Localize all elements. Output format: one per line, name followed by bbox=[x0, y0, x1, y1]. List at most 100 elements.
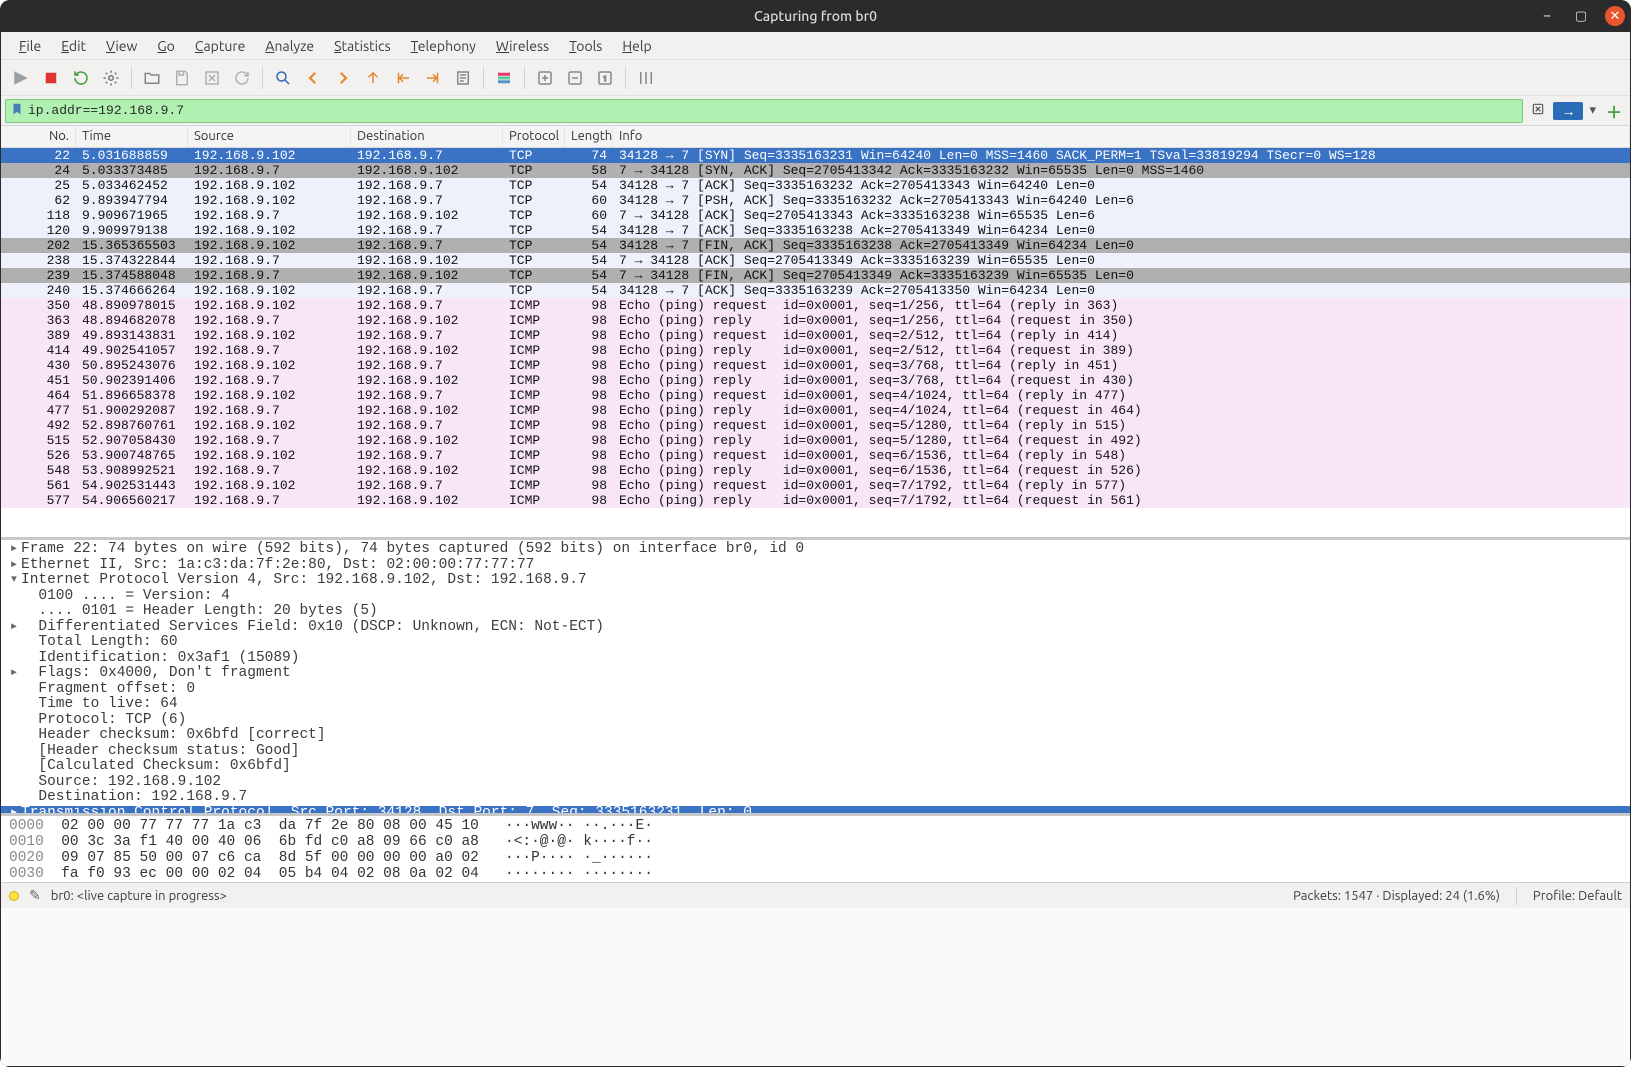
detail-line[interactable]: Identification: 0x3af1 (15089) bbox=[1, 651, 1630, 667]
detail-line[interactable]: [Calculated Checksum: 0x6bfd] bbox=[1, 759, 1630, 775]
filter-history-dropdown-icon[interactable]: ▾ bbox=[1587, 103, 1598, 118]
packet-row[interactable]: 23915.374588048192.168.9.7192.168.9.102T… bbox=[1, 268, 1630, 283]
menu-file[interactable]: File bbox=[11, 36, 49, 56]
packet-row[interactable]: 51552.907058430192.168.9.7192.168.9.102I… bbox=[1, 433, 1630, 448]
col-info[interactable]: Info bbox=[613, 126, 1630, 147]
packet-row[interactable]: 1189.909671965192.168.9.7192.168.9.102TC… bbox=[1, 208, 1630, 223]
packet-row[interactable]: 36348.894682078192.168.9.7192.168.9.102I… bbox=[1, 313, 1630, 328]
detail-line[interactable]: [Header checksum status: Good] bbox=[1, 744, 1630, 760]
detail-line[interactable]: ▸Ethernet II, Src: 1a:c3:da:7f:2e:80, Ds… bbox=[1, 558, 1630, 574]
menu-edit[interactable]: Edit bbox=[53, 36, 94, 56]
packet-row[interactable]: 255.033462452192.168.9.102192.168.9.7TCP… bbox=[1, 178, 1630, 193]
packet-row[interactable]: 49252.898760761192.168.9.102192.168.9.7I… bbox=[1, 418, 1630, 433]
packet-row[interactable]: 24015.374666264192.168.9.102192.168.9.7T… bbox=[1, 283, 1630, 298]
zoom-reset-icon[interactable]: 1 bbox=[591, 64, 619, 92]
packet-bytes-pane[interactable]: 0000 02 00 00 77 77 77 1a c3 da 7f 2e 80… bbox=[1, 816, 1630, 882]
go-back-icon[interactable] bbox=[299, 64, 327, 92]
maximize-button[interactable]: ▢ bbox=[1571, 6, 1591, 26]
display-filter-field[interactable] bbox=[5, 99, 1523, 123]
col-destination[interactable]: Destination bbox=[351, 126, 503, 147]
packet-row[interactable]: 43050.895243076192.168.9.102192.168.9.7I… bbox=[1, 358, 1630, 373]
go-first-icon[interactable] bbox=[389, 64, 417, 92]
detail-line[interactable]: ▸Frame 22: 74 bytes on wire (592 bits), … bbox=[1, 542, 1630, 558]
zoom-in-icon[interactable] bbox=[531, 64, 559, 92]
menu-go[interactable]: Go bbox=[149, 36, 183, 56]
col-source[interactable]: Source bbox=[188, 126, 351, 147]
packet-row[interactable]: 35048.890978015192.168.9.102192.168.9.7I… bbox=[1, 298, 1630, 313]
packet-row[interactable]: 225.031688859192.168.9.102192.168.9.7TCP… bbox=[1, 148, 1630, 163]
detail-line[interactable]: Protocol: TCP (6) bbox=[1, 713, 1630, 729]
menu-telephony[interactable]: Telephony bbox=[403, 36, 484, 56]
menu-help[interactable]: Help bbox=[614, 36, 659, 56]
packet-row[interactable]: 52653.900748765192.168.9.102192.168.9.7I… bbox=[1, 448, 1630, 463]
col-time[interactable]: Time bbox=[76, 126, 188, 147]
packet-details-pane[interactable]: ▸Frame 22: 74 bytes on wire (592 bits), … bbox=[1, 540, 1630, 816]
packet-row[interactable]: 57754.906560217192.168.9.7192.168.9.102I… bbox=[1, 493, 1630, 508]
colorize-icon[interactable] bbox=[490, 64, 518, 92]
detail-line[interactable]: Destination: 192.168.9.7 bbox=[1, 790, 1630, 806]
packet-row[interactable]: 629.893947794192.168.9.102192.168.9.7TCP… bbox=[1, 193, 1630, 208]
hex-line[interactable]: 0010 00 3c 3a f1 40 00 40 06 6b fd c0 a8… bbox=[9, 834, 1622, 850]
packet-row[interactable]: 54853.908992521192.168.9.7192.168.9.102I… bbox=[1, 463, 1630, 478]
stop-capture-icon[interactable] bbox=[37, 64, 65, 92]
detail-line[interactable]: Source: 192.168.9.102 bbox=[1, 775, 1630, 791]
detail-line[interactable]: Total Length: 60 bbox=[1, 635, 1630, 651]
add-filter-button[interactable]: ＋ bbox=[1602, 99, 1626, 123]
packet-row[interactable]: 47751.900292087192.168.9.7192.168.9.102I… bbox=[1, 403, 1630, 418]
hex-line[interactable]: 0020 09 07 85 50 00 07 c6 ca 8d 5f 00 00… bbox=[9, 850, 1622, 866]
go-to-packet-icon[interactable] bbox=[359, 64, 387, 92]
auto-scroll-icon[interactable] bbox=[449, 64, 477, 92]
capture-options-icon[interactable] bbox=[97, 64, 125, 92]
minimize-button[interactable]: – bbox=[1537, 6, 1557, 26]
packet-row[interactable]: 38949.893143831192.168.9.102192.168.9.7I… bbox=[1, 328, 1630, 343]
packet-row[interactable]: 46451.896658378192.168.9.102192.168.9.7I… bbox=[1, 388, 1630, 403]
zoom-out-icon[interactable] bbox=[561, 64, 589, 92]
menu-capture[interactable]: Capture bbox=[187, 36, 254, 56]
start-capture-icon[interactable] bbox=[7, 64, 35, 92]
detail-line[interactable]: Fragment offset: 0 bbox=[1, 682, 1630, 698]
restart-capture-icon[interactable] bbox=[67, 64, 95, 92]
expert-info-icon[interactable]: ✎ bbox=[29, 887, 41, 904]
detail-line[interactable]: ▸Transmission Control Protocol, Src Port… bbox=[1, 806, 1630, 817]
packet-list-header[interactable]: No. Time Source Destination Protocol Len… bbox=[1, 126, 1630, 148]
find-packet-icon[interactable] bbox=[269, 64, 297, 92]
go-last-icon[interactable] bbox=[419, 64, 447, 92]
hex-line[interactable]: 0000 02 00 00 77 77 77 1a c3 da 7f 2e 80… bbox=[9, 818, 1622, 834]
resize-columns-icon[interactable] bbox=[632, 64, 660, 92]
packet-row[interactable]: 20215.365365503192.168.9.102192.168.9.7T… bbox=[1, 238, 1630, 253]
packet-list-body[interactable]: 225.031688859192.168.9.102192.168.9.7TCP… bbox=[1, 148, 1630, 537]
reload-file-icon[interactable] bbox=[228, 64, 256, 92]
status-profile[interactable]: Profile: Default bbox=[1533, 889, 1622, 903]
packet-row[interactable]: 245.033373485192.168.9.7192.168.9.102TCP… bbox=[1, 163, 1630, 178]
display-filter-input[interactable] bbox=[28, 103, 1518, 118]
packet-row[interactable]: 1209.909979138192.168.9.102192.168.9.7TC… bbox=[1, 223, 1630, 238]
menu-view[interactable]: View bbox=[98, 36, 145, 56]
go-forward-icon[interactable] bbox=[329, 64, 357, 92]
clear-filter-icon[interactable] bbox=[1527, 102, 1549, 119]
menu-wireless[interactable]: Wireless bbox=[488, 36, 557, 56]
bookmark-icon[interactable] bbox=[10, 102, 24, 119]
apply-filter-button[interactable]: → bbox=[1553, 102, 1583, 120]
col-no[interactable]: No. bbox=[1, 126, 76, 147]
detail-line[interactable]: ▾Internet Protocol Version 4, Src: 192.1… bbox=[1, 573, 1630, 589]
packet-row[interactable]: 41449.902541057192.168.9.7192.168.9.102I… bbox=[1, 343, 1630, 358]
detail-line[interactable]: ▸ Differentiated Services Field: 0x10 (D… bbox=[1, 620, 1630, 636]
menu-analyze[interactable]: Analyze bbox=[257, 36, 322, 56]
detail-line[interactable]: Header checksum: 0x6bfd [correct] bbox=[1, 728, 1630, 744]
hex-line[interactable]: 0030 fa f0 93 ec 00 00 02 04 05 b4 04 02… bbox=[9, 866, 1622, 882]
packet-row[interactable]: 45150.902391406192.168.9.7192.168.9.102I… bbox=[1, 373, 1630, 388]
menu-statistics[interactable]: Statistics bbox=[326, 36, 398, 56]
menu-tools[interactable]: Tools bbox=[561, 36, 610, 56]
save-file-icon[interactable] bbox=[168, 64, 196, 92]
close-file-icon[interactable] bbox=[198, 64, 226, 92]
detail-line[interactable]: .... 0101 = Header Length: 20 bytes (5) bbox=[1, 604, 1630, 620]
packet-row[interactable]: 23815.374322844192.168.9.7192.168.9.102T… bbox=[1, 253, 1630, 268]
col-protocol[interactable]: Protocol bbox=[503, 126, 565, 147]
open-file-icon[interactable] bbox=[138, 64, 166, 92]
detail-line[interactable]: 0100 .... = Version: 4 bbox=[1, 589, 1630, 605]
col-length[interactable]: Length bbox=[565, 126, 613, 147]
packet-row[interactable]: 56154.902531443192.168.9.102192.168.9.7I… bbox=[1, 478, 1630, 493]
detail-line[interactable]: ▸ Flags: 0x4000, Don't fragment bbox=[1, 666, 1630, 682]
close-button[interactable]: ✕ bbox=[1605, 6, 1625, 26]
detail-line[interactable]: Time to live: 64 bbox=[1, 697, 1630, 713]
